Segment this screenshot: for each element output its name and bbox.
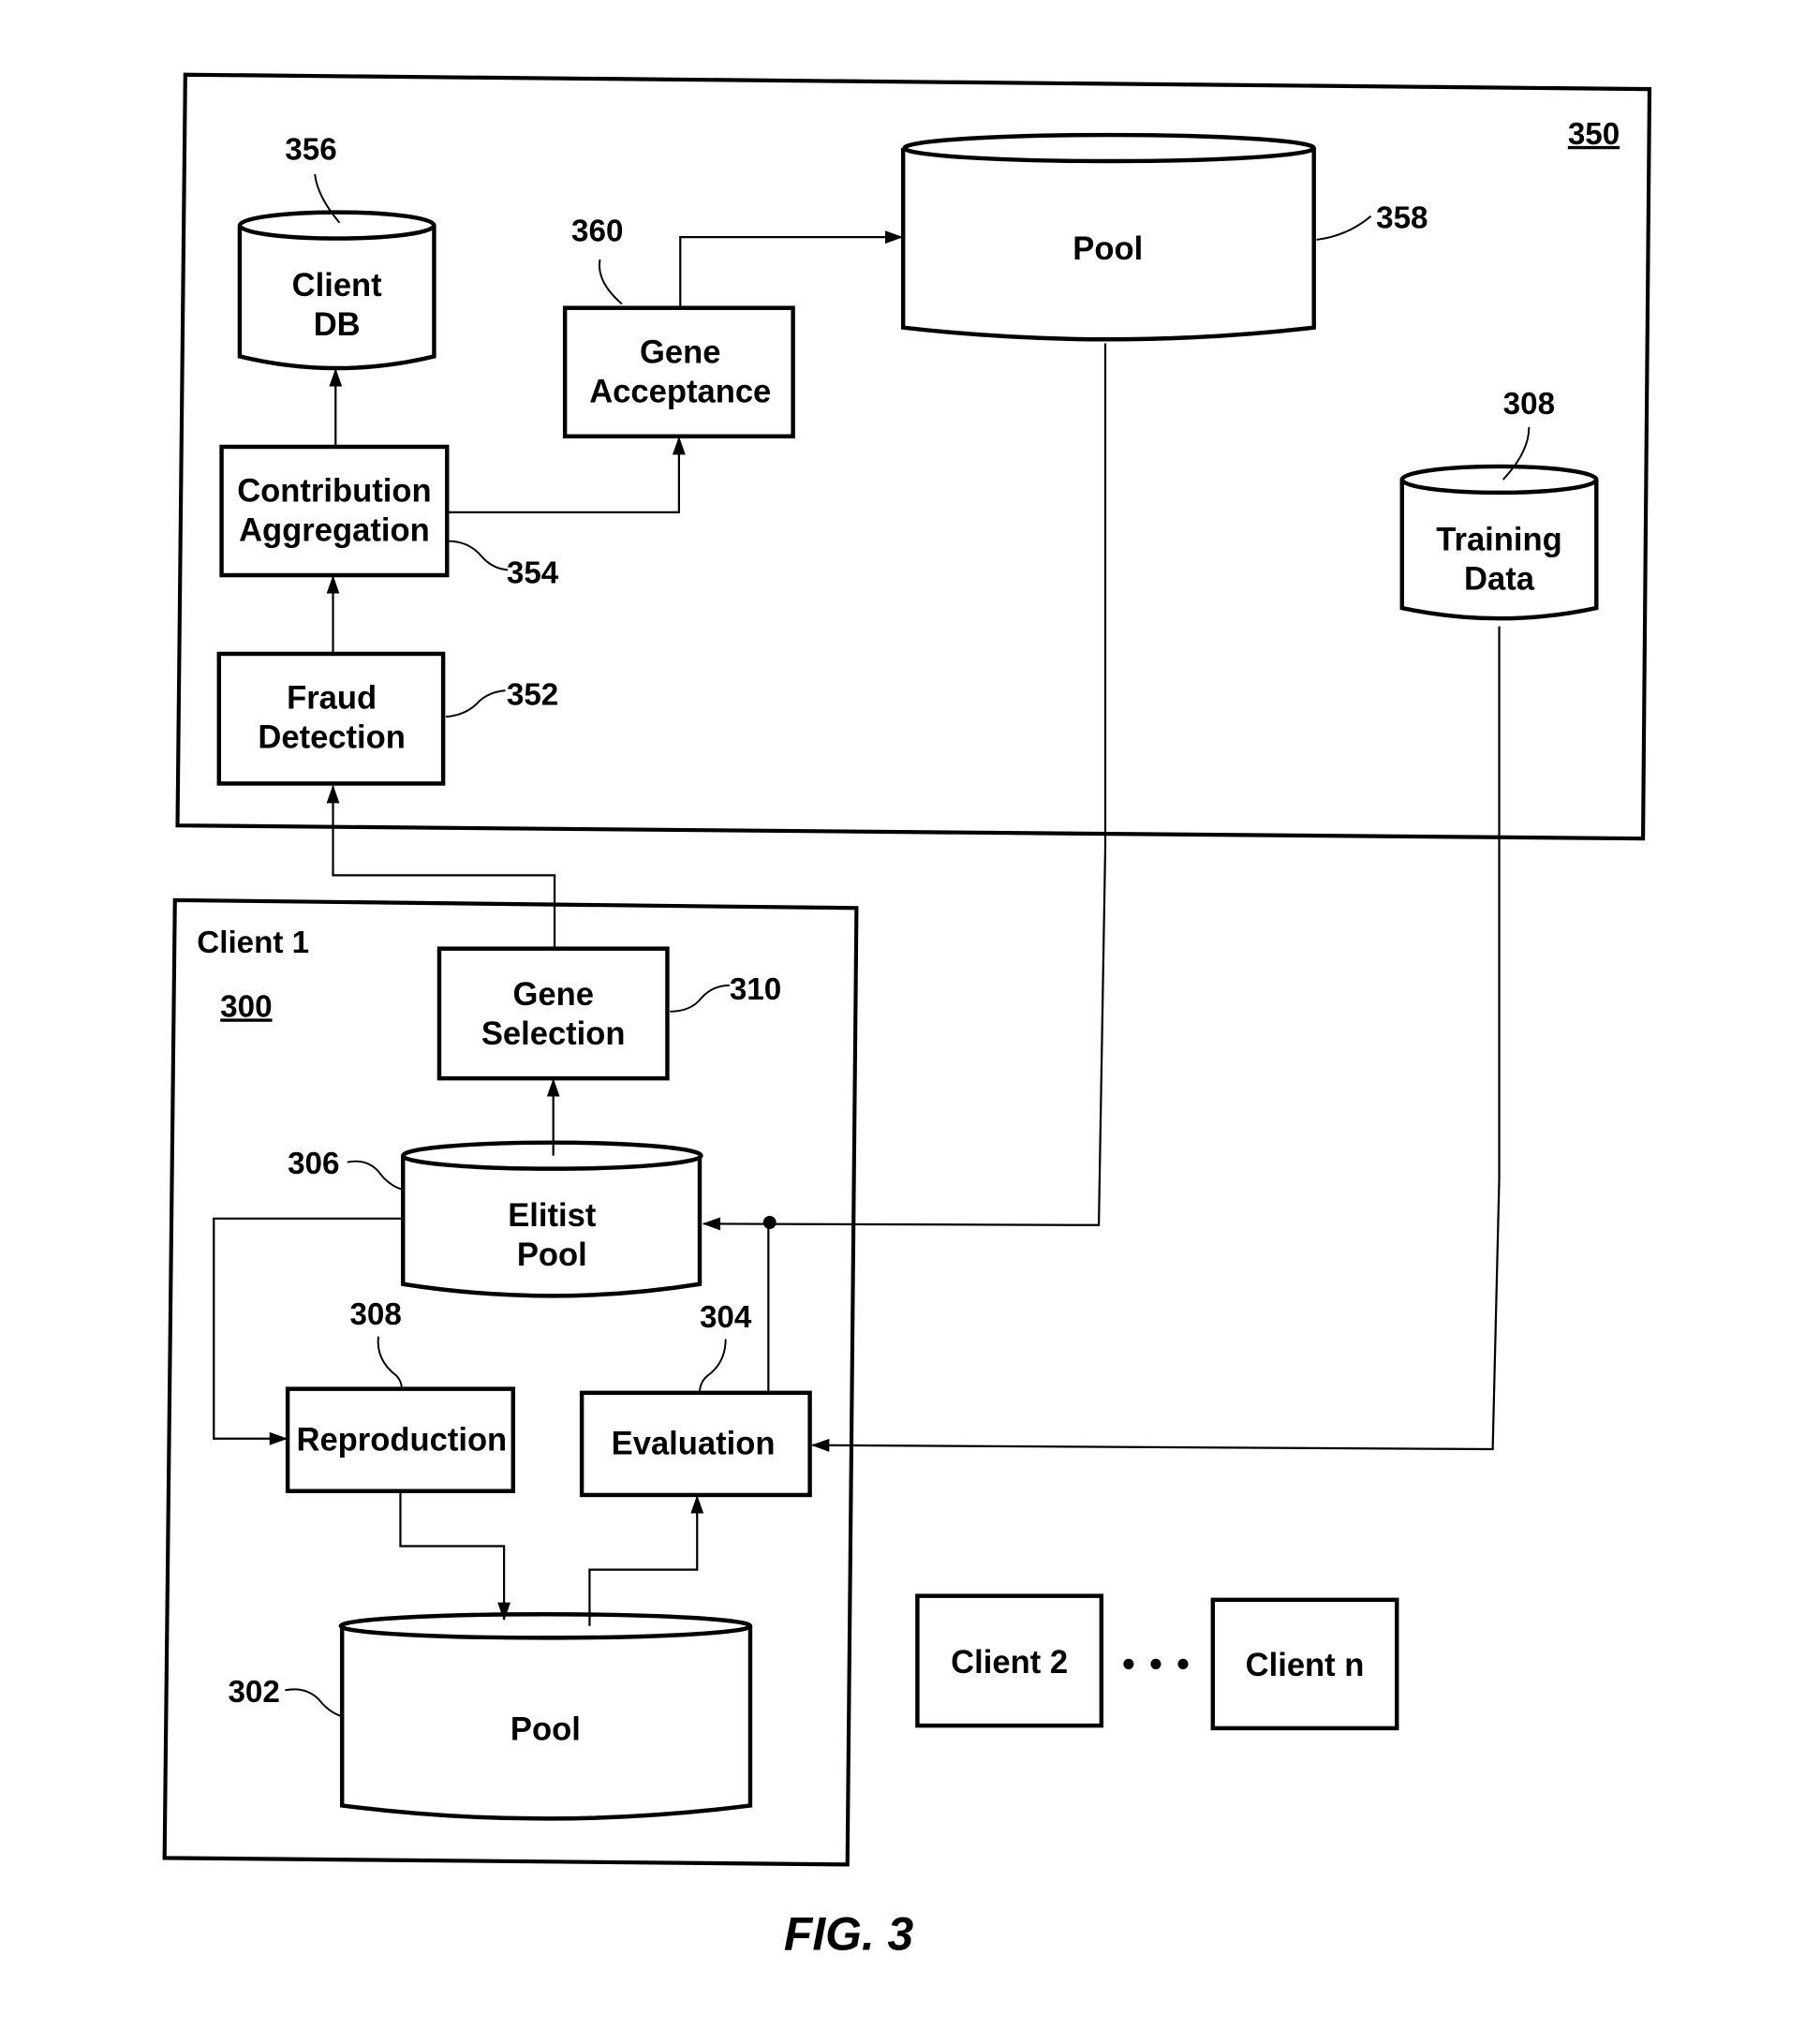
gene-acceptance-label-2: Acceptance [589, 374, 771, 409]
evaluation-box: Evaluation 304 [579, 1300, 812, 1498]
gene-acceptance-ref: 360 [571, 214, 623, 248]
client-pool-ref: 302 [228, 1675, 279, 1710]
fraud-detection-label-1: Fraud [287, 681, 377, 717]
fig3-diagram: 350 Client DB 356 Gene Acceptance 360 Po… [162, 72, 1652, 1960]
gene-acceptance-label-1: Gene [640, 334, 720, 370]
junction-dot [762, 1216, 777, 1229]
client-db-ref: 356 [285, 132, 336, 167]
fraud-detection-ref: 352 [507, 677, 558, 712]
reproduction-box: Reproduction 308 [285, 1297, 516, 1493]
clientn-label: Client n [1246, 1648, 1365, 1683]
contribution-aggregation-ref: 354 [507, 555, 559, 590]
server-ref: 350 [1568, 117, 1620, 152]
elitist-pool-label-1: Elitist [508, 1198, 597, 1234]
arrow-acceptance-to-pool [679, 230, 904, 308]
evaluation-ref: 304 [700, 1300, 752, 1335]
training-data-cylinder: Training Data 308 [1399, 387, 1599, 621]
client-pool-cylinder: Pool 302 [228, 1611, 753, 1821]
client-db-label-1: Client [292, 268, 382, 304]
client-db-cylinder: Client DB 356 [237, 132, 436, 371]
training-data-label-2: Data [1464, 561, 1535, 597]
fraud-detection-label-2: Detection [258, 720, 406, 756]
client2-label: Client 2 [951, 1645, 1068, 1681]
training-data-ref: 308 [1503, 387, 1555, 422]
server-pool-label: Pool [1073, 231, 1143, 267]
arrow-aggregation-to-acceptance [447, 436, 686, 514]
client-pool-label: Pool [510, 1711, 581, 1747]
elitist-pool-ref: 306 [288, 1147, 339, 1181]
arrow-server-pool-to-elitist [702, 343, 1107, 1231]
gene-selection-ref: 310 [730, 972, 781, 1007]
arrow-reproduction-to-pool [399, 1490, 511, 1622]
gene-acceptance-box: Gene Acceptance 360 [562, 214, 795, 439]
server-pool-ref: 358 [1376, 200, 1428, 235]
reproduction-ref: 308 [349, 1297, 401, 1332]
fraud-detection-box: Fraud Detection 352 [216, 651, 558, 786]
clientn-box: Client n [1210, 1597, 1399, 1731]
client-db-label-2: DB [314, 307, 361, 343]
client2-box: Client 2 [915, 1593, 1104, 1728]
gene-selection-box: Gene Selection 310 [436, 946, 781, 1081]
contribution-aggregation-box: Contribution Aggregation 354 [219, 444, 559, 590]
arrow-training-to-evaluation [810, 626, 1501, 1452]
elitist-pool-label-2: Pool [517, 1237, 587, 1273]
training-data-label-1: Training [1436, 522, 1561, 557]
client1-title: Client 1 [197, 926, 309, 960]
ellipsis-dots [1123, 1658, 1189, 1669]
arrow-selection-to-fraud [326, 784, 556, 949]
arrow-pool-to-evaluation [588, 1494, 704, 1626]
contribution-aggregation-label-1: Contribution [237, 474, 431, 510]
reproduction-label: Reproduction [296, 1422, 507, 1458]
gene-selection-label-2: Selection [481, 1016, 626, 1052]
figure-caption: FIG. 3 [784, 1907, 913, 1960]
server-pool-cylinder: Pool 358 [900, 132, 1428, 342]
client1-ref: 300 [220, 989, 272, 1024]
evaluation-label: Evaluation [612, 1426, 776, 1461]
contribution-aggregation-label-2: Aggregation [239, 513, 430, 549]
gene-selection-label-1: Gene [512, 977, 593, 1013]
